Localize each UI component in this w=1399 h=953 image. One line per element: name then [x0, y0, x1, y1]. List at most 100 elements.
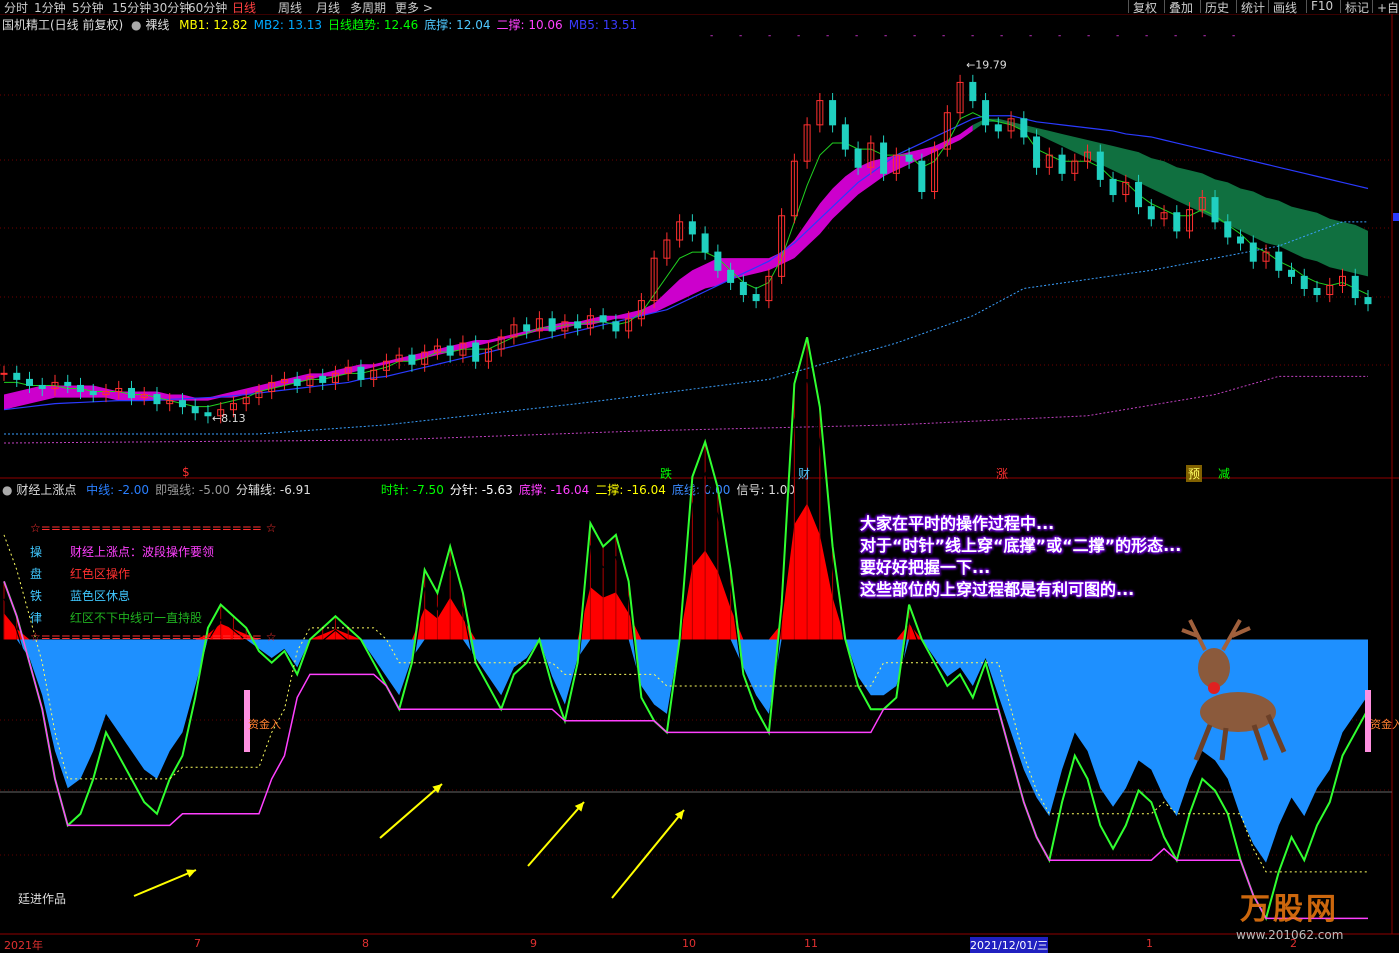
- zijin-label-left: 资金入: [248, 718, 281, 731]
- notes-text-3: 红区不下中线可一直持股: [70, 611, 203, 625]
- candle-body: [204, 412, 212, 417]
- candle-body: [408, 354, 416, 365]
- top-mark: -: [1029, 31, 1032, 41]
- date-label-6: 2021/12/01/三: [970, 937, 1049, 953]
- candle-body: [1058, 154, 1066, 174]
- notes-key-3: 律: [30, 611, 43, 625]
- overlay-annotation: 大家在平时的操作过程中... 对于“时针”线上穿“底撑”或“二撑”的形态... 要好…: [860, 513, 1181, 601]
- signal-label-4: 预: [1186, 465, 1203, 482]
- author-label: 廷进作品: [18, 892, 67, 906]
- candle-body: [0, 372, 8, 375]
- top-mark: -: [1203, 31, 1206, 41]
- candle-body: [918, 160, 926, 193]
- top-mark: -: [1000, 31, 1003, 41]
- candle-body: [854, 148, 862, 168]
- watermark-url: www.201062.com: [1236, 928, 1344, 942]
- support2-line: [3, 375, 1368, 444]
- signal-label-0: $: [182, 465, 190, 479]
- candle-body: [38, 384, 46, 389]
- reindeer-nose: [1208, 682, 1220, 694]
- candle-body: [1351, 275, 1359, 299]
- candle-body: [688, 221, 696, 235]
- candle-body: [319, 375, 327, 383]
- yellow-arrow-3: [611, 809, 685, 899]
- top-mark: -: [826, 31, 829, 41]
- notes-key-1: 盘: [30, 567, 43, 581]
- notes-text-0: 财经上涨点：波段操作要领: [70, 545, 215, 559]
- notes-key-2: 铁: [30, 589, 43, 603]
- top-mark: -: [855, 31, 858, 41]
- candle-body: [89, 391, 97, 396]
- top-mark: -: [739, 31, 742, 41]
- notes-key-0: 操: [30, 545, 43, 559]
- overlay-line-2: 要好好把握一下...: [860, 558, 991, 577]
- signal-label-1: 跌: [660, 467, 673, 481]
- candle-body: [548, 318, 556, 332]
- candle-body: [1300, 275, 1308, 289]
- high-label: ←19.79: [966, 59, 1007, 72]
- candle-body: [752, 294, 760, 302]
- overlay-line-3: 这些部位的上穿过程都是有利可图的...: [860, 580, 1135, 599]
- yellow-arrow-2: [527, 801, 585, 867]
- candle-body: [1147, 206, 1155, 220]
- candle-body: [1237, 236, 1245, 244]
- candle-body: [829, 100, 837, 126]
- candle-body: [1249, 242, 1257, 262]
- candle-body: [1033, 136, 1041, 168]
- overlay-line-1: 对于“时针”线上穿“底撑”或“二撑”的形态...: [860, 536, 1182, 555]
- signal-label-5: 减: [1218, 467, 1231, 481]
- candle-body: [64, 381, 72, 386]
- notes-text-2: 蓝色区休息: [70, 589, 131, 603]
- top-mark: -: [1145, 31, 1148, 41]
- candle-body: [127, 387, 135, 399]
- support-line: [4, 221, 1368, 435]
- top-mark: -: [710, 31, 713, 41]
- date-label-7: 1: [1146, 937, 1153, 950]
- top-mark: -: [768, 31, 771, 41]
- candle-body: [25, 378, 33, 386]
- candle-body: [701, 233, 709, 253]
- top-mark: -: [1087, 31, 1090, 41]
- candle-body: [178, 400, 186, 408]
- watermark-logo: 万股网: [1240, 892, 1339, 927]
- notes-text-1: 红色区操作: [70, 567, 131, 581]
- candle-body: [727, 269, 735, 283]
- candle-body: [523, 324, 531, 332]
- top-mark: -: [1058, 31, 1061, 41]
- yellow-arrow-0: [133, 869, 197, 897]
- top-mark: -: [1232, 31, 1235, 41]
- candle-body: [1313, 287, 1321, 296]
- candle-body: [1096, 151, 1104, 180]
- candle-body: [153, 394, 161, 405]
- top-mark: -: [913, 31, 916, 41]
- candle-body: [714, 251, 722, 271]
- candle-body: [76, 384, 84, 393]
- date-label-1: 7: [194, 937, 201, 950]
- osc-blue-area: [4, 639, 1368, 863]
- candle-body: [982, 100, 990, 126]
- candle-body: [446, 345, 454, 356]
- candle-body: [357, 366, 365, 380]
- top-mark: -: [942, 31, 945, 41]
- candle-body: [739, 281, 747, 296]
- low-label: ←8.13: [212, 412, 246, 425]
- date-label-2: 8: [362, 937, 369, 950]
- top-mark: -: [1116, 31, 1119, 41]
- candle-body: [191, 406, 199, 414]
- candle-body: [1211, 197, 1219, 223]
- axis-marker: [1393, 213, 1399, 221]
- signal-label-2: 财: [798, 467, 811, 481]
- top-mark: -: [971, 31, 974, 41]
- candle-body: [1020, 118, 1028, 138]
- candle-body: [1364, 297, 1372, 305]
- candle-body: [994, 124, 1002, 132]
- top-mark: -: [1174, 31, 1177, 41]
- candle-body: [599, 315, 607, 323]
- candle-body: [1135, 181, 1143, 208]
- candle-body: [1288, 269, 1296, 277]
- notes-border-bottom: ☆====================== ☆: [30, 630, 277, 644]
- candle-body: [612, 321, 620, 332]
- candle-body: [472, 342, 480, 362]
- date-label-3: 9: [530, 937, 537, 950]
- candle-body: [1173, 212, 1181, 232]
